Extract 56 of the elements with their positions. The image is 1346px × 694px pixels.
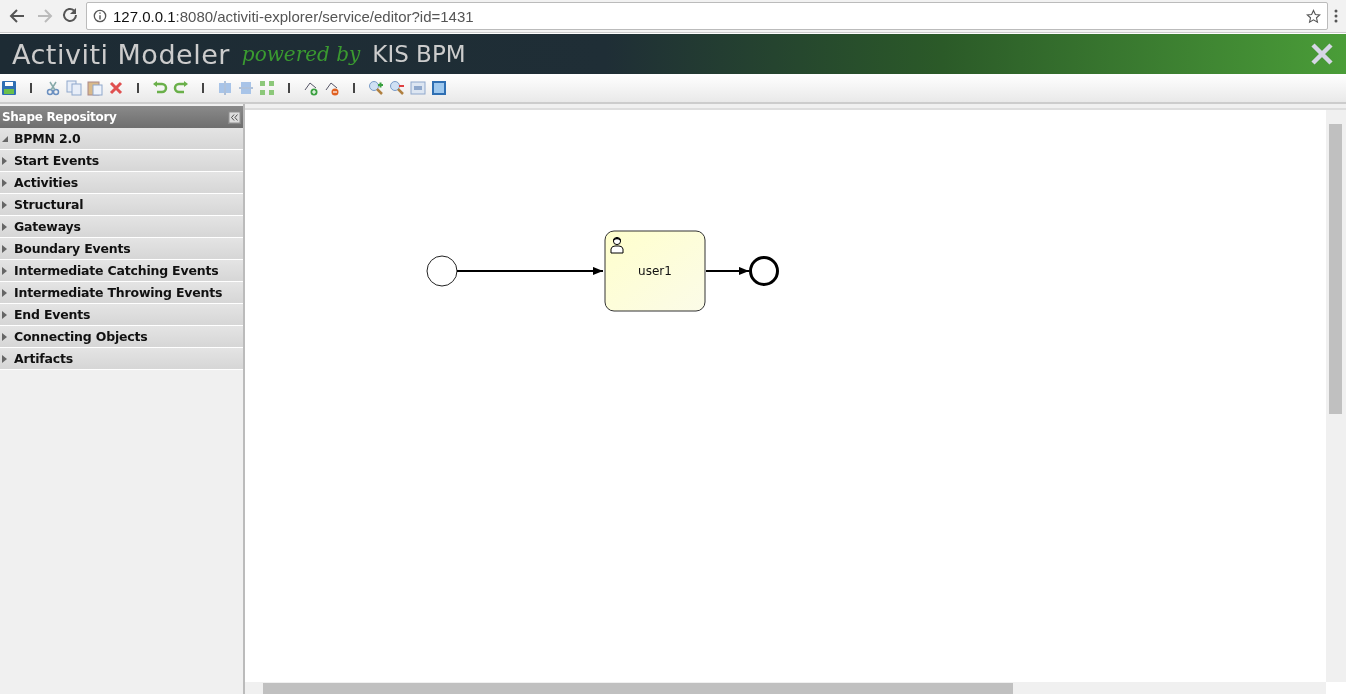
tree-item[interactable]: Structural: [0, 194, 243, 216]
zoom-out-icon[interactable]: [389, 80, 405, 96]
tree-item[interactable]: Activities: [0, 172, 243, 194]
fit-page-icon[interactable]: [431, 80, 447, 96]
add-point-icon[interactable]: [303, 80, 319, 96]
collapsed-arrow-icon: [2, 178, 8, 187]
remove-point-icon[interactable]: [324, 80, 340, 96]
collapse-icon[interactable]: [228, 110, 241, 124]
tree-item[interactable]: End Events: [0, 304, 243, 326]
collapsed-arrow-icon: [2, 354, 8, 363]
tree-item[interactable]: Artifacts: [0, 348, 243, 370]
app-title: Activiti Modeler: [12, 38, 230, 70]
redo-icon[interactable]: [173, 80, 189, 96]
copy-icon[interactable]: [66, 80, 82, 96]
align-vertical-icon[interactable]: [217, 80, 233, 96]
collapsed-arrow-icon: [2, 332, 8, 341]
align-horizontal-icon[interactable]: [238, 80, 254, 96]
task-label: user1: [637, 264, 673, 278]
collapsed-arrow-icon: [2, 156, 8, 165]
actual-size-icon[interactable]: [410, 80, 426, 96]
same-size-icon[interactable]: [259, 80, 275, 96]
menu-icon[interactable]: [1334, 8, 1338, 24]
url-text: 127.0.0.1:8080/activiti-explorer/service/editor?id=1431: [113, 7, 474, 25]
undo-icon[interactable]: [152, 80, 168, 96]
zoom-in-icon[interactable]: [368, 80, 384, 96]
end-event: [749, 256, 779, 286]
tree-item[interactable]: Intermediate Throwing Events: [0, 282, 243, 304]
scissors-icon[interactable]: [45, 80, 61, 96]
collapsed-arrow-icon: [2, 310, 8, 319]
collapsed-arrow-icon: [2, 244, 8, 253]
collapsed-arrow-icon: [2, 222, 8, 231]
tree-item[interactable]: Intermediate Catching Events: [0, 260, 243, 282]
delete-icon[interactable]: [108, 80, 124, 96]
tree-item[interactable]: Boundary Events: [0, 238, 243, 260]
tree-item[interactable]: Start Events: [0, 150, 243, 172]
brand-name: KIS BPM: [372, 41, 466, 67]
horizontal-scrollbar[interactable]: [245, 682, 1326, 694]
panel-title: Shape Repository: [2, 110, 118, 124]
tree-item[interactable]: Connecting Objects: [0, 326, 243, 348]
close-icon[interactable]: [1310, 42, 1334, 66]
expanded-arrow-icon: [2, 134, 8, 143]
vertical-scrollbar[interactable]: [1326, 110, 1346, 682]
collapsed-arrow-icon: [2, 266, 8, 275]
user-task[interactable]: [604, 230, 706, 312]
collapsed-arrow-icon: [2, 288, 8, 297]
paste-icon[interactable]: [87, 80, 103, 96]
start-event: [426, 255, 458, 287]
address-bar[interactable]: 127.0.0.1:8080/activiti-explorer/service/editor?id=1431: [86, 2, 1328, 30]
info-icon: [93, 9, 107, 23]
user-icon: [610, 236, 624, 254]
star-icon[interactable]: [1306, 8, 1321, 24]
tree-item[interactable]: BPMN 2.0: [0, 128, 243, 150]
tagline: powered by: [241, 42, 361, 66]
save-icon[interactable]: [1, 80, 17, 96]
collapsed-arrow-icon: [2, 200, 8, 209]
tree-item[interactable]: Gateways: [0, 216, 243, 238]
